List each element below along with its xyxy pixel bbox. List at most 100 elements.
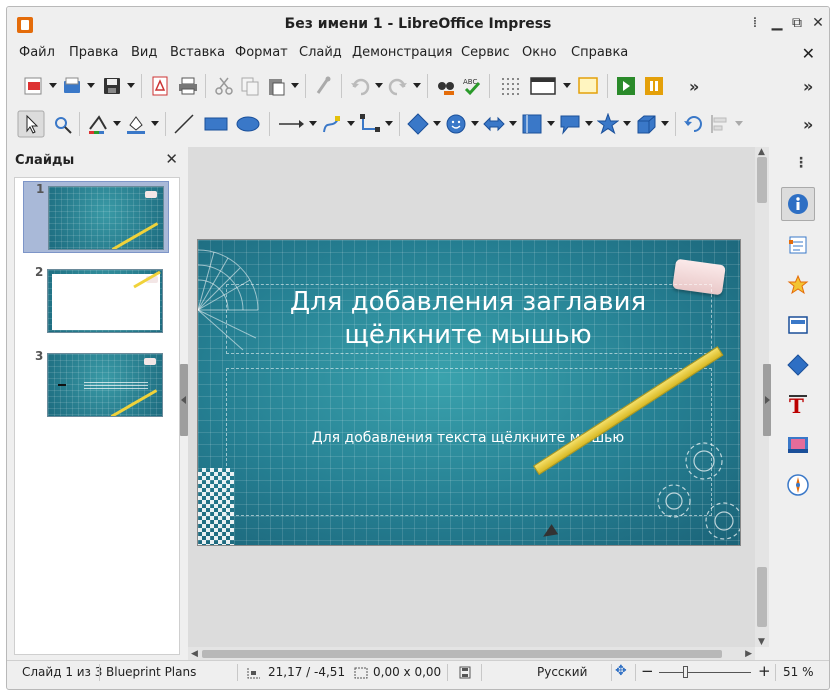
menu-slideshow[interactable]: Демонстрация <box>352 45 452 60</box>
menu-file[interactable]: Файл <box>19 45 55 60</box>
spelling-icon[interactable]: ABC <box>461 75 483 97</box>
menu-edit[interactable]: Правка <box>69 45 118 60</box>
editing-canvas[interactable]: Для добавления заглавия щёлкните мышью Д… <box>188 147 755 647</box>
templates-icon[interactable] <box>23 75 45 97</box>
slide-thumbnail-1[interactable]: 1 <box>23 181 169 253</box>
paste-icon[interactable] <box>265 75 287 97</box>
fontwork-icon[interactable]: T <box>786 393 810 417</box>
select-icon[interactable] <box>17 110 45 138</box>
chevron-down-icon[interactable] <box>735 121 743 126</box>
grid-icon[interactable] <box>499 75 521 97</box>
horizontal-scroll-thumb[interactable] <box>202 650 722 658</box>
more-options-icon[interactable]: » <box>803 77 813 96</box>
chevron-down-icon[interactable] <box>375 83 383 88</box>
document-modified-icon[interactable] <box>459 666 471 679</box>
menu-tools[interactable]: Сервис <box>461 45 510 60</box>
curve-icon[interactable] <box>321 113 343 135</box>
horizontal-scrollbar[interactable]: ◀ ▶ <box>188 647 755 661</box>
chevron-down-icon[interactable] <box>563 83 571 88</box>
zoom-slider-track[interactable] <box>659 672 751 673</box>
chevron-down-icon[interactable] <box>291 83 299 88</box>
more-options-icon[interactable]: » <box>803 115 813 134</box>
fill-color-icon[interactable] <box>125 113 147 135</box>
start-current-icon[interactable] <box>643 75 665 97</box>
find-replace-icon[interactable] <box>435 75 457 97</box>
chevron-down-icon[interactable] <box>547 121 555 126</box>
callouts-icon[interactable] <box>559 113 581 135</box>
title-placeholder[interactable]: Для добавления заглавия щёлкните мышью <box>238 286 698 352</box>
body-placeholder[interactable]: Для добавления текста щёлкните мышью <box>238 430 698 446</box>
cut-icon[interactable] <box>213 75 235 97</box>
undo-icon[interactable] <box>349 75 371 97</box>
chevron-down-icon[interactable] <box>413 83 421 88</box>
maximize-button[interactable]: ⧉ <box>789 15 805 31</box>
gallery-icon[interactable] <box>786 433 810 457</box>
chevron-down-icon[interactable] <box>433 121 441 126</box>
chevron-down-icon[interactable] <box>347 121 355 126</box>
zoom-in-button[interactable]: + <box>758 662 771 680</box>
fit-slide-icon[interactable]: ✥ <box>615 663 627 679</box>
menu-help[interactable]: Справка <box>571 45 628 60</box>
chevron-down-icon[interactable] <box>151 121 159 126</box>
rectangle-icon[interactable] <box>203 113 229 135</box>
master-slides-icon[interactable] <box>786 313 810 337</box>
slide-counter[interactable]: Слайд 1 из 3 <box>22 665 102 679</box>
print-icon[interactable] <box>177 75 199 97</box>
chevron-down-icon[interactable] <box>509 121 517 126</box>
start-first-icon[interactable] <box>615 75 637 97</box>
navigator-icon[interactable] <box>786 473 810 497</box>
animation-icon[interactable] <box>786 273 810 297</box>
rotate-icon[interactable] <box>683 113 705 135</box>
stars-icon[interactable] <box>597 113 619 135</box>
menu-insert[interactable]: Вставка <box>170 45 225 60</box>
3d-objects-icon[interactable] <box>635 113 657 135</box>
scroll-up-icon[interactable]: ▲ <box>758 147 765 157</box>
chevron-down-icon[interactable] <box>49 83 57 88</box>
zoom-slider-knob[interactable] <box>683 666 688 678</box>
vertical-scroll-thumb-lower[interactable] <box>757 567 767 627</box>
redo-icon[interactable] <box>387 75 409 97</box>
scroll-down-icon[interactable]: ▼ <box>758 637 765 647</box>
styles-icon[interactable] <box>786 353 810 377</box>
block-arrows-icon[interactable] <box>483 113 505 135</box>
language-indicator[interactable]: Русский <box>537 665 587 679</box>
display-views-icon[interactable] <box>529 75 557 97</box>
scroll-left-icon[interactable]: ◀ <box>191 649 198 659</box>
slide-thumbnail-3[interactable]: 3 <box>23 349 169 421</box>
close-document-icon[interactable]: ✕ <box>802 44 815 63</box>
collapse-slide-pane-handle[interactable] <box>180 364 188 436</box>
properties-icon[interactable] <box>786 192 810 216</box>
chevron-down-icon[interactable] <box>623 121 631 126</box>
chevron-down-icon[interactable] <box>127 83 135 88</box>
chevron-down-icon[interactable] <box>87 83 95 88</box>
align-icon[interactable] <box>709 113 731 135</box>
menu-format[interactable]: Формат <box>235 45 288 60</box>
basic-shapes-icon[interactable] <box>407 113 429 135</box>
collapse-sidebar-handle[interactable] <box>763 364 771 436</box>
line-color-icon[interactable] <box>87 113 109 135</box>
open-icon[interactable] <box>61 75 83 97</box>
menu-view[interactable]: Вид <box>131 45 157 60</box>
menu-window[interactable]: Окно <box>522 45 557 60</box>
chevron-down-icon[interactable] <box>385 121 393 126</box>
scroll-right-icon[interactable]: ▶ <box>745 649 752 659</box>
flowchart-icon[interactable] <box>521 113 543 135</box>
zoom-level[interactable]: 51 % <box>783 665 814 679</box>
chevron-down-icon[interactable] <box>113 121 121 126</box>
chevron-down-icon[interactable] <box>471 121 479 126</box>
sidebar-menu-icon[interactable]: ⋮ <box>794 155 808 171</box>
export-pdf-icon[interactable] <box>149 75 171 97</box>
clone-formatting-icon[interactable] <box>313 75 335 97</box>
chevron-down-icon[interactable] <box>585 121 593 126</box>
symbol-shapes-icon[interactable] <box>445 113 467 135</box>
save-icon[interactable] <box>101 75 123 97</box>
zoom-pan-icon[interactable] <box>51 113 73 135</box>
slide-transition-icon[interactable] <box>786 233 810 257</box>
arrow-line-icon[interactable] <box>277 113 305 135</box>
slide-thumbnail-2[interactable]: 2 <box>23 265 169 337</box>
help-icon[interactable]: ⁞ <box>747 15 763 31</box>
master-slide-name[interactable]: Blueprint Plans <box>106 665 196 679</box>
zoom-out-button[interactable]: − <box>641 662 654 680</box>
close-window-button[interactable]: ✕ <box>810 15 826 31</box>
vertical-scroll-thumb[interactable] <box>757 157 767 203</box>
